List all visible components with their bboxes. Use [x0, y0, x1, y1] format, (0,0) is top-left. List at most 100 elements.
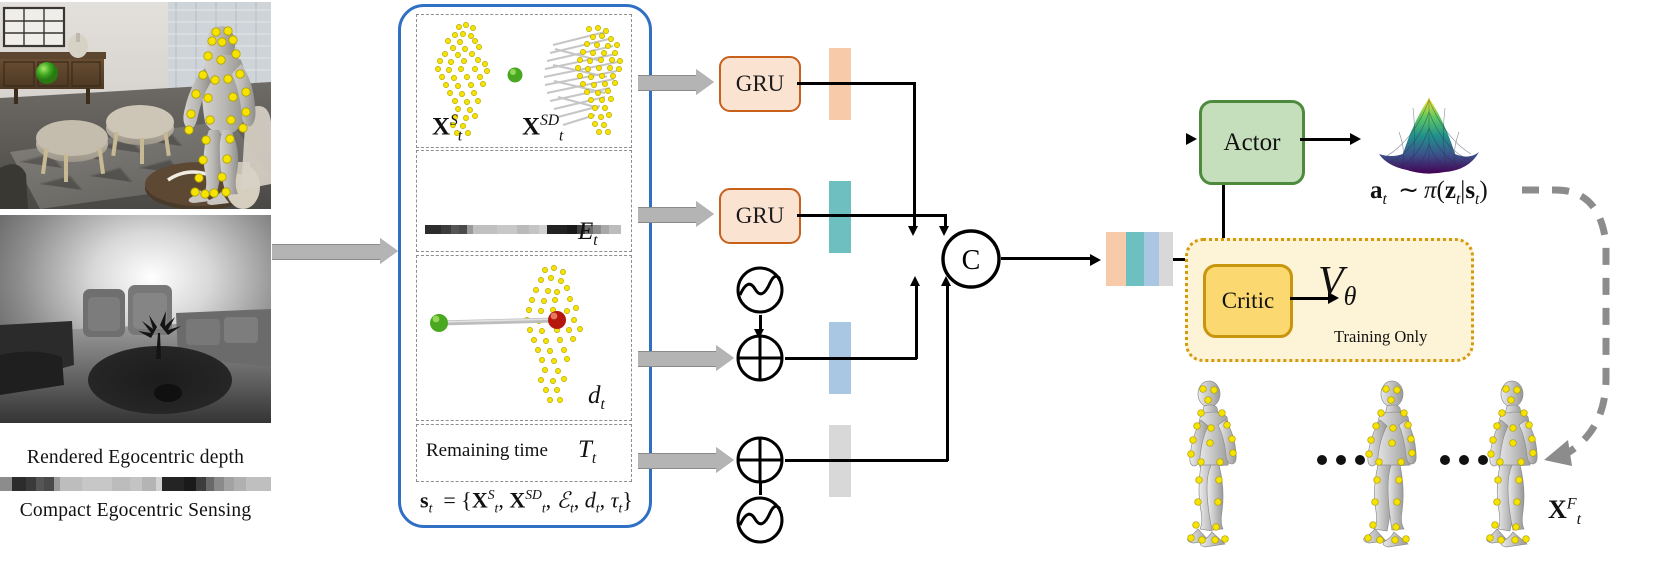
- line-actor-to-policy: [1300, 138, 1352, 141]
- label-depth-pointcloud-base: X: [522, 113, 541, 141]
- state-equation-lhs-sub: t: [428, 500, 433, 516]
- label-compact-sensing: Et: [578, 218, 598, 250]
- gru-sensing-encoder[interactable]: GRU: [719, 188, 801, 244]
- caption-rendered-egocentric-depth: Rendered Egocentric depth: [26, 447, 245, 468]
- arrow-time-to-add: [638, 446, 735, 474]
- label-compact-sensing-base: E: [578, 218, 594, 245]
- action-tilde: ∼: [1398, 177, 1420, 204]
- sensing-strip-svg: [0, 477, 271, 491]
- line-distance-to-concat: [915, 283, 918, 359]
- human-mesh-svg: [1187, 380, 1237, 548]
- arrowhead-pointcloud-concat: [908, 226, 918, 236]
- plus-circle-icon: [736, 436, 784, 484]
- concat-segment-distance: [1144, 232, 1159, 286]
- state-equation-close: }: [622, 487, 633, 513]
- rendered-egocentric-depth-image: [0, 215, 271, 423]
- arrowhead-actor-to-policy: [1350, 133, 1361, 145]
- arrowhead-concat-to-feature: [1090, 254, 1101, 266]
- motion-sequence-label: XFt: [1548, 495, 1581, 529]
- line-distance-feature: [785, 357, 917, 360]
- gru-pointcloud-label: GRU: [735, 71, 785, 96]
- action-paren-close: ): [1479, 177, 1488, 204]
- state-equation-x1: X: [471, 487, 488, 513]
- action-s: s: [1465, 177, 1476, 204]
- concat-segment-pointcloud: [1106, 232, 1126, 286]
- gaussian-policy-surface-plot: [1373, 82, 1485, 183]
- state-equation-e: ℰ: [556, 487, 570, 513]
- label-depth-pointcloud-sub: t: [559, 127, 564, 145]
- concat-segment-time: [1159, 232, 1173, 286]
- label-distance-sub: t: [600, 396, 605, 413]
- state-equation-x2-sup: SD: [525, 487, 542, 502]
- depth-scene-svg: [0, 215, 271, 423]
- state-equation: st = {XSt, XSDt, ℰt, dt, τt}: [420, 487, 633, 517]
- line-sensing-feature: [797, 214, 946, 217]
- action-a: a: [1370, 177, 1383, 204]
- state-equation-x1-sup: S: [487, 487, 495, 502]
- label-depth-pointcloud: XSDt: [522, 112, 563, 145]
- label-remaining-time-sub: t: [591, 450, 597, 467]
- label-body-pointcloud-sup: S: [450, 112, 458, 129]
- motion-frame-1: [1175, 380, 1259, 565]
- arrowhead-distance-concat: [910, 276, 920, 286]
- label-remaining-time-symbol: Tt: [578, 436, 596, 468]
- arrow-pointcloud-to-gru: [638, 68, 715, 96]
- arrow-sensing-to-gru: [638, 200, 715, 228]
- state-equation-c1: ,: [498, 487, 510, 513]
- gaussian-surface-svg: [1379, 98, 1479, 174]
- action-paren-open: (: [1436, 177, 1445, 204]
- motion-label-sub: t: [1576, 511, 1582, 529]
- state-equation-d: d: [584, 487, 596, 513]
- label-body-pointcloud: XSt: [432, 112, 462, 145]
- action-z: z: [1444, 177, 1456, 204]
- concatenated-feature-vector: [1106, 232, 1173, 286]
- motion-label-base: X: [1548, 495, 1567, 524]
- arrow-distance-to-add: [638, 344, 735, 372]
- action-a-sub: t: [1382, 191, 1387, 208]
- line-time-feature: [785, 459, 948, 462]
- label-distance-base: d: [588, 382, 601, 409]
- action-sampling-formula: at ∼ π(zt|st): [1370, 175, 1488, 209]
- rendered-egocentric-rgb-scene: [0, 2, 271, 209]
- caption-compact-egocentric-sensing: Compact Egocentric Sensing: [19, 500, 252, 521]
- value-function-symbol: Vθ: [1318, 258, 1356, 311]
- label-body-pointcloud-base: X: [432, 113, 451, 141]
- actor-network-box[interactable]: Actor: [1199, 100, 1305, 185]
- state-equation-c3: ,: [573, 487, 585, 513]
- sinusoidal-encoding-distance[interactable]: [735, 265, 785, 320]
- feature-bar-sensing: [829, 181, 851, 253]
- arrow-depth-to-state: [272, 237, 399, 265]
- value-symbol-base: V: [1318, 259, 1344, 305]
- compact-egocentric-sensing-strip: [0, 477, 271, 491]
- state-equation-c2: ,: [545, 487, 557, 513]
- value-symbol-sub: θ: [1343, 281, 1357, 311]
- add-node-time[interactable]: [735, 435, 785, 490]
- motion-frame-2: [1350, 380, 1434, 565]
- line-pointcloud-to-concat: [913, 82, 916, 228]
- sine-wave-icon: [736, 496, 784, 544]
- add-node-distance[interactable]: [735, 333, 785, 388]
- panel-compact-sensing: [416, 150, 632, 252]
- human-mesh-svg: [1486, 380, 1538, 548]
- line-time-to-concat: [946, 283, 949, 461]
- state-equation-c4: ,: [599, 487, 611, 513]
- critic-label: Critic: [1221, 288, 1275, 313]
- gru-sensing-label: GRU: [735, 203, 785, 228]
- concat-segment-sensing: [1126, 232, 1144, 286]
- line-pointcloud-feature: [797, 82, 915, 85]
- label-distance: dt: [588, 382, 605, 414]
- critic-network-box[interactable]: Critic: [1203, 264, 1293, 338]
- label-remaining-time-base: T: [578, 436, 592, 463]
- label-body-pointcloud-sub: t: [457, 127, 463, 145]
- training-only-label: Training Only: [1334, 327, 1428, 346]
- action-pi: π: [1424, 177, 1437, 204]
- label-depth-pointcloud-sup: SD: [540, 112, 560, 129]
- sinusoidal-encoding-time[interactable]: [735, 495, 785, 550]
- state-equation-x2: X: [509, 487, 526, 513]
- human-mesh-svg: [1363, 380, 1417, 548]
- label-remaining-time-text: Remaining time: [426, 440, 548, 461]
- state-equation-lhs: s: [420, 487, 429, 513]
- gru-pointcloud-encoder[interactable]: GRU: [719, 56, 801, 112]
- motion-frame-3: [1472, 380, 1556, 565]
- motion-label-sup: F: [1566, 495, 1577, 513]
